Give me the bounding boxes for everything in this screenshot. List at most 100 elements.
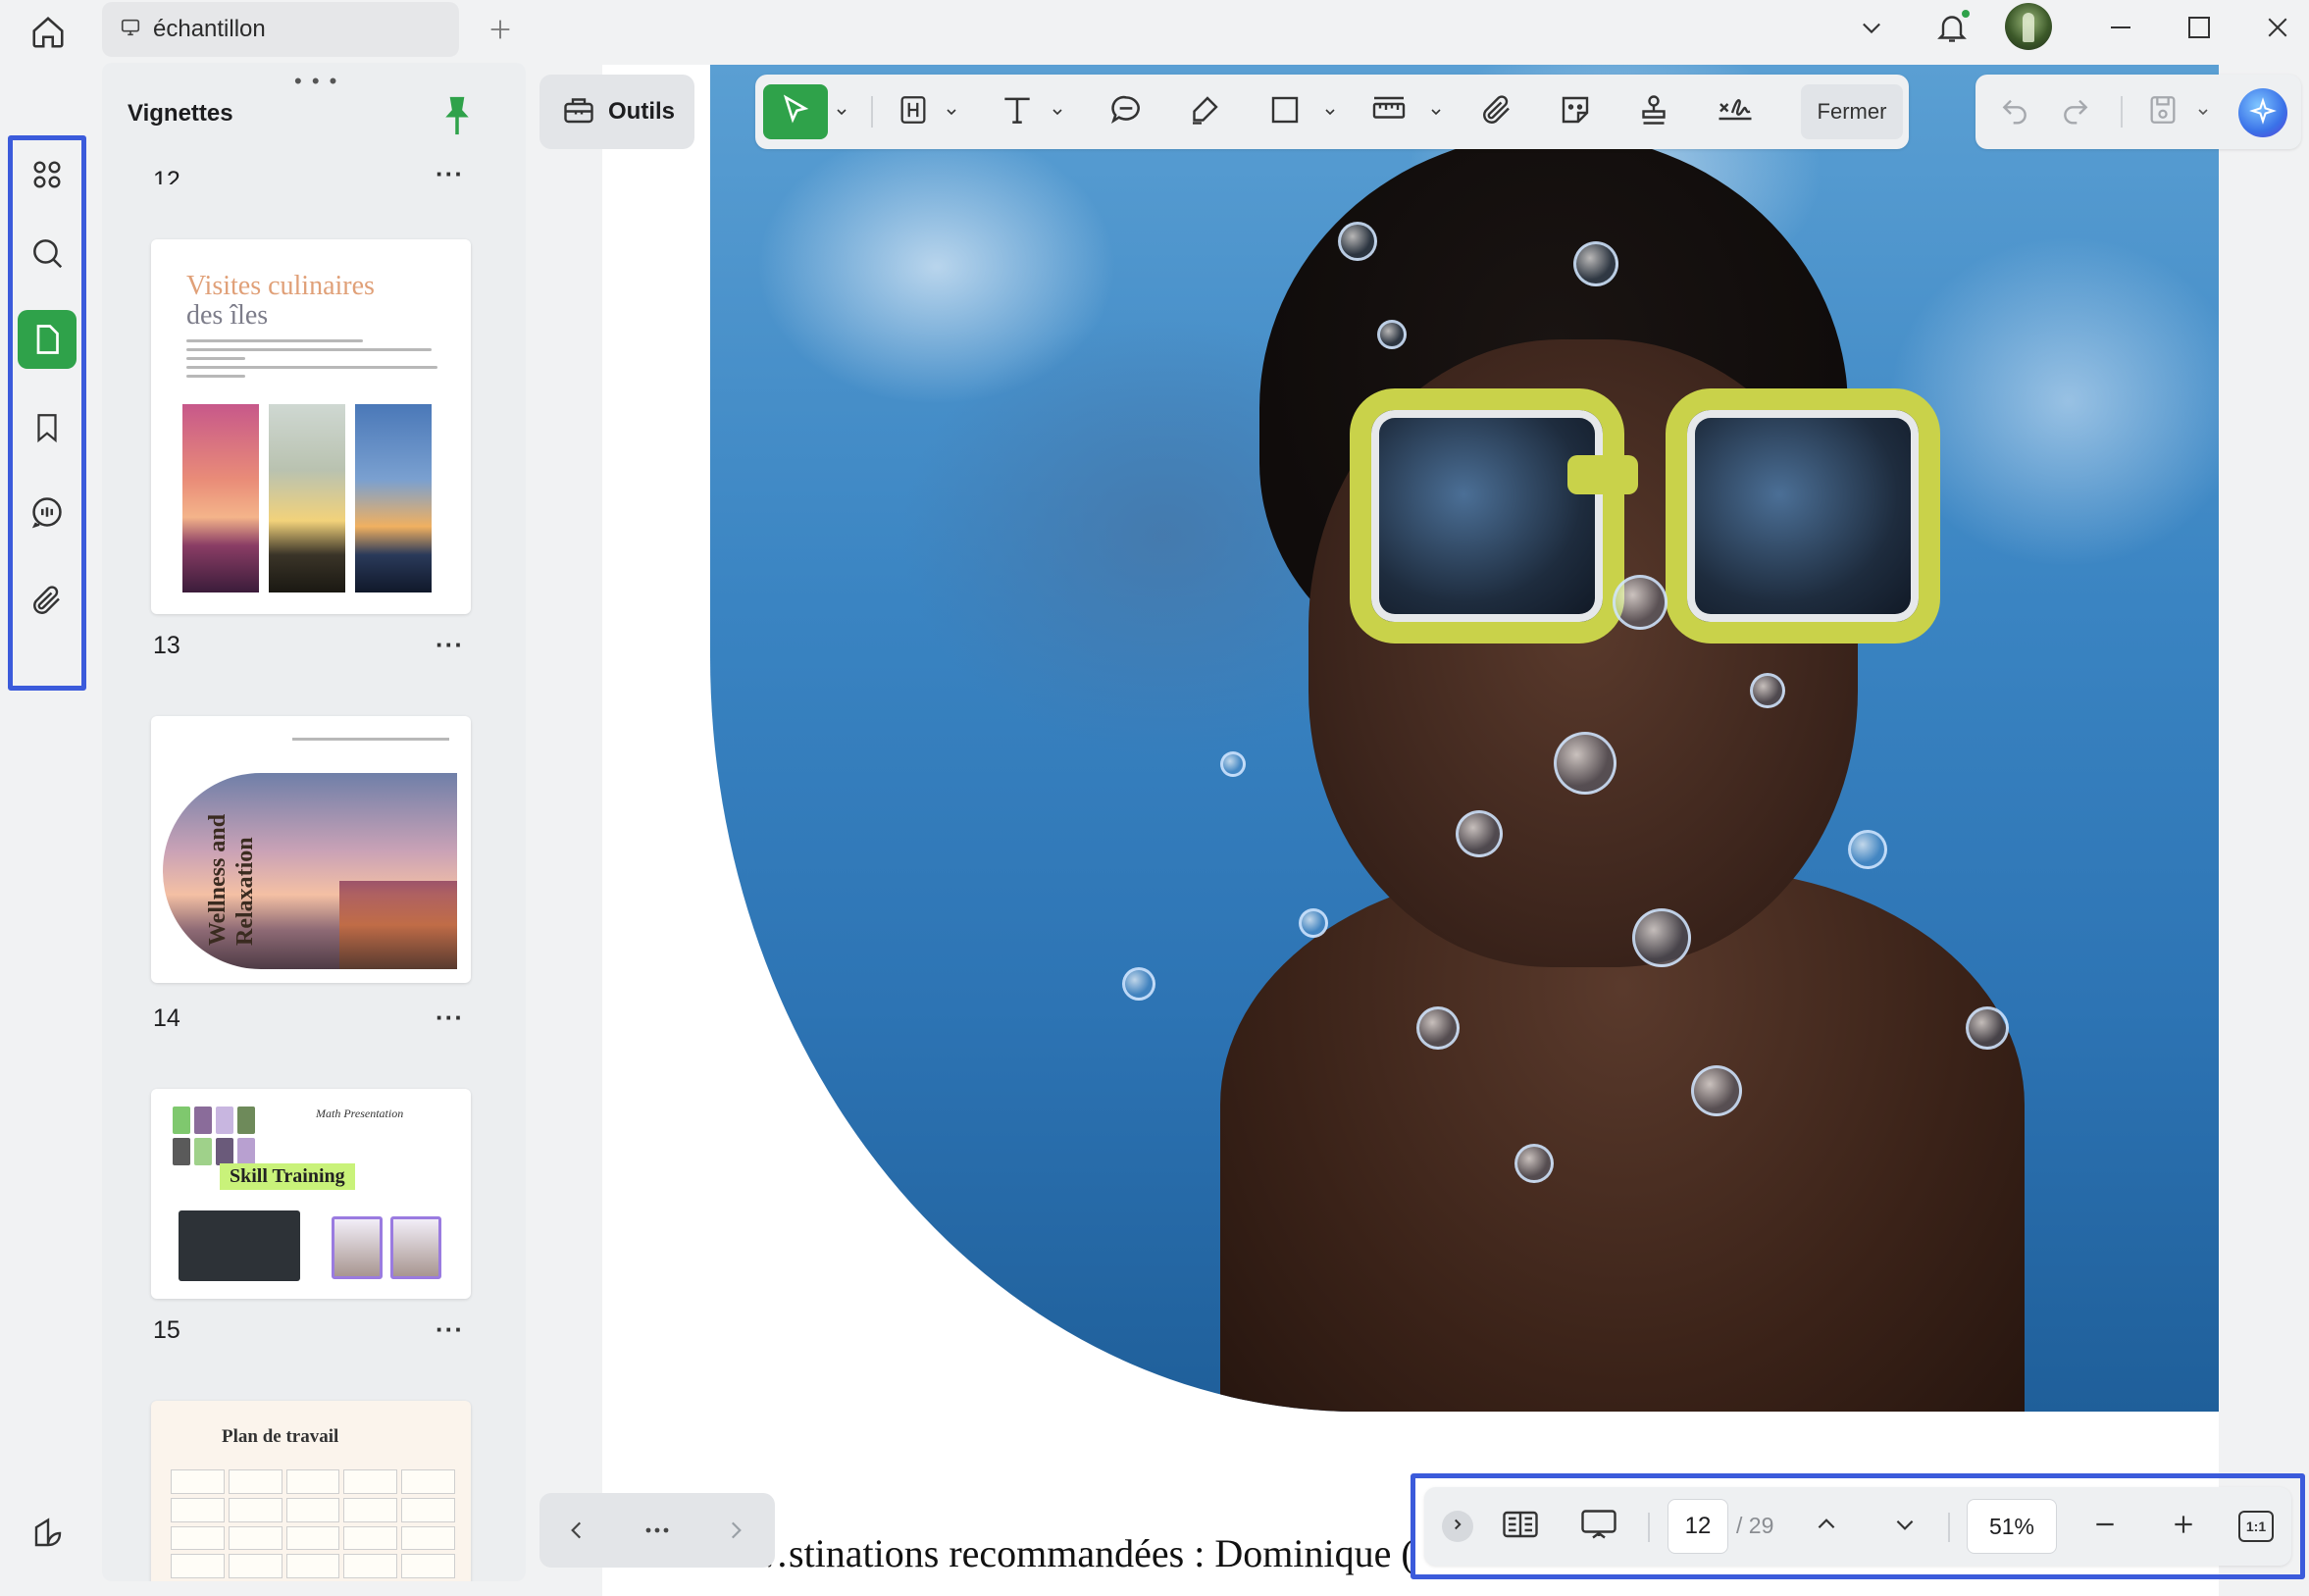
measure-tool[interactable] (1361, 84, 1416, 139)
photo-bubble (1848, 830, 1887, 869)
highlight-tool[interactable] (889, 84, 938, 139)
tools-button[interactable]: Outils (539, 75, 694, 149)
stamp-icon (1636, 92, 1671, 132)
thumbnail-image (269, 404, 345, 592)
thumbnail-page-13[interactable]: Visites culinaires des îles (151, 239, 471, 614)
search-icon[interactable] (18, 224, 77, 283)
paperclip-icon[interactable] (18, 571, 77, 630)
photo-bubble (1750, 673, 1785, 708)
thumbnail-heading: Math Presentation (316, 1107, 404, 1120)
chevron-right-icon (1449, 1516, 1466, 1538)
ai-assistant-button[interactable] (2238, 88, 2287, 137)
document-photo (710, 65, 2219, 1412)
shape-tool[interactable] (1257, 84, 1312, 139)
undo-button[interactable] (1987, 84, 2042, 139)
add-tab-icon[interactable] (483, 12, 518, 47)
thumbnail-image (182, 404, 259, 592)
save-button[interactable] (2138, 84, 2187, 139)
chevron-down-icon[interactable] (832, 98, 851, 126)
redo-icon (2060, 94, 2091, 130)
stamp-tool[interactable] (1626, 84, 1681, 139)
two-page-icon (1501, 1507, 1540, 1547)
history-toolbar (1975, 75, 2301, 149)
comment-tool[interactable] (1099, 84, 1154, 139)
minimize-icon[interactable] (2097, 8, 2144, 47)
zoom-in-button[interactable] (2160, 1503, 2207, 1550)
page-nav-pill (539, 1493, 775, 1568)
pen-tool[interactable] (1177, 84, 1232, 139)
comment-icon[interactable] (18, 483, 77, 541)
layers-icon[interactable] (22, 1507, 75, 1560)
photo-goggle-bridge (1567, 455, 1638, 494)
attach-tool[interactable] (1469, 84, 1524, 139)
thumbnail-number: 14 (153, 1004, 180, 1032)
zoom-level[interactable]: 51% (1967, 1499, 2057, 1554)
zoom-out-button[interactable] (2081, 1503, 2129, 1550)
thumbnail-more-button[interactable]: ··· (436, 630, 464, 660)
notification-dot (1962, 10, 1970, 18)
photo-bubble (1573, 241, 1618, 286)
pin-icon[interactable] (439, 94, 475, 137)
chevron-down-icon[interactable] (1426, 98, 1446, 126)
document-tab[interactable]: échantillon (102, 2, 459, 57)
thumbnail-panel: • • • Vignettes 12 ··· Visites culinaire… (102, 63, 526, 1581)
panel-drag-handle[interactable]: • • • (294, 69, 338, 94)
panel-title: Vignettes (128, 100, 233, 127)
thumbnail-more-button[interactable]: ··· (436, 159, 464, 189)
select-tool[interactable] (763, 84, 828, 139)
toolbar-divider (871, 96, 873, 128)
avatar[interactable] (2005, 3, 2052, 50)
redo-button[interactable] (2048, 84, 2103, 139)
page-layout-button[interactable] (1497, 1503, 1544, 1550)
thumbnail-number-partial: 12 (153, 167, 180, 184)
close-icon[interactable] (2254, 8, 2301, 47)
more-icon[interactable] (636, 1509, 679, 1552)
plus-icon (2171, 1512, 2196, 1542)
chevron-down-icon[interactable] (1848, 8, 1895, 47)
annotation-toolbar: Fermer (755, 75, 1909, 149)
next-page-button[interactable] (1881, 1503, 1928, 1550)
pen-icon (1187, 92, 1222, 132)
title-bar: échantillon (0, 0, 2309, 63)
maximize-icon[interactable] (2176, 8, 2223, 47)
photo-bubble (1554, 732, 1616, 795)
text-tool[interactable] (993, 84, 1042, 139)
thumbnail-more-button[interactable]: ··· (436, 1314, 464, 1345)
thumbnail-page-15[interactable]: Math Presentation Skill Training (151, 1089, 471, 1299)
rectangle-icon (1267, 92, 1303, 132)
page-icon[interactable] (18, 310, 77, 369)
actual-size-button[interactable]: 1:1 (2238, 1511, 2274, 1542)
close-toolbar-button[interactable]: Fermer (1801, 84, 1903, 139)
status-bar: / 29 51% 1:1 (1424, 1487, 2291, 1566)
signature-tool[interactable] (1705, 84, 1766, 139)
sticker-tool[interactable] (1548, 84, 1603, 139)
thumbnail-more-button[interactable]: ··· (436, 1003, 464, 1033)
status-divider (1648, 1513, 1650, 1542)
thumbnail-table (171, 1469, 455, 1581)
status-divider (1948, 1513, 1950, 1542)
chevron-down-icon[interactable] (1320, 98, 1340, 126)
collapse-button[interactable] (1442, 1511, 1473, 1542)
photo-goggle-right (1666, 388, 1940, 644)
thumbnail-text-lines (292, 738, 449, 741)
chevron-down-icon[interactable] (1048, 98, 1067, 126)
grid-icon[interactable] (18, 145, 77, 204)
chevron-left-icon[interactable] (555, 1509, 598, 1552)
bookmark-icon[interactable] (18, 398, 77, 457)
previous-page-button[interactable] (1803, 1503, 1850, 1550)
paperclip-icon (1479, 92, 1514, 132)
home-icon[interactable] (26, 10, 71, 55)
page-number-input[interactable] (1668, 1499, 1728, 1554)
photo-bubble (1220, 751, 1246, 777)
tools-label: Outils (608, 98, 676, 125)
thumbnail-text-lines (186, 339, 437, 384)
chevron-right-icon[interactable] (714, 1509, 757, 1552)
thumbnail-subtitle: des îles (186, 300, 269, 331)
chevron-down-icon[interactable] (2193, 98, 2213, 126)
present-button[interactable] (1575, 1503, 1622, 1550)
vertical-scrollbar[interactable] (2219, 65, 2309, 1596)
chevron-down-icon[interactable] (942, 98, 961, 126)
thumbnail-page-16[interactable]: Plan de travail (151, 1401, 471, 1581)
thumbnail-title: Plan de travail (222, 1426, 339, 1447)
thumbnail-page-14[interactable]: Wellness and Relaxation (151, 716, 471, 983)
